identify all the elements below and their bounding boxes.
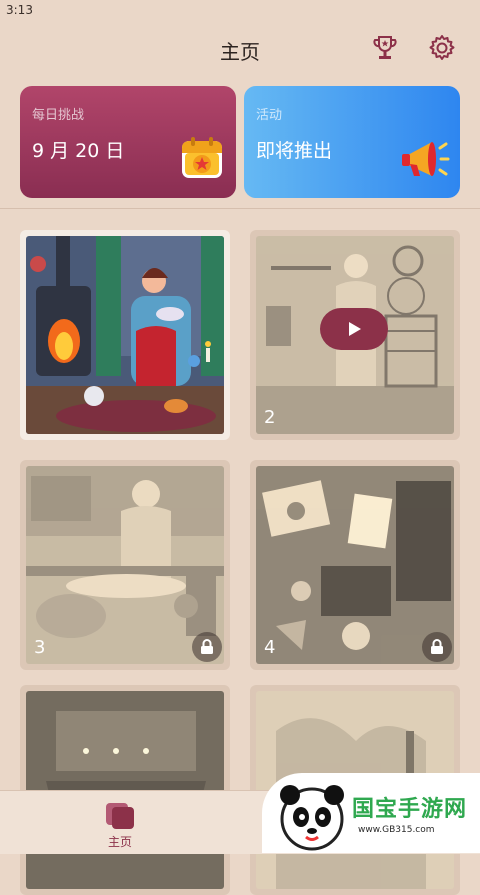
event-status: 即将推出 <box>256 140 333 162</box>
level-number: 3 <box>34 637 46 658</box>
level-tile-4[interactable]: 4 <box>250 460 460 670</box>
divider <box>0 208 480 209</box>
header: 主页 <box>0 20 480 76</box>
nav-home[interactable]: 主页 <box>92 799 148 849</box>
event-card[interactable]: 活动 即将推出 <box>244 86 460 198</box>
trophy-icon <box>373 36 397 59</box>
lock-badge <box>422 632 452 662</box>
nav-home-label: 主页 <box>107 835 132 849</box>
level-number: 2 <box>264 407 276 428</box>
lock-icon <box>431 639 443 654</box>
watermark-url: www.GB315.com <box>358 825 435 835</box>
watermark-brand: 国宝手游网 <box>352 797 468 822</box>
lock-badge <box>192 632 222 662</box>
gear-icon <box>429 35 455 60</box>
play-button[interactable] <box>320 308 388 350</box>
trophy-button[interactable] <box>367 30 403 66</box>
daily-challenge-card[interactable]: 每日挑战 9 月 20 日 <box>20 86 236 198</box>
play-icon <box>349 322 361 336</box>
settings-button[interactable] <box>424 30 460 66</box>
level-artwork <box>256 466 454 664</box>
level-artwork <box>26 236 224 434</box>
status-bar: 3:13 <box>0 0 480 20</box>
megaphone-icon <box>402 142 450 176</box>
level-tile-2[interactable]: 2 <box>250 230 460 440</box>
daily-challenge-date: 9 月 20 日 <box>32 140 125 162</box>
level-artwork <box>26 466 224 664</box>
panda-logo <box>280 785 344 851</box>
level-number: 4 <box>264 637 276 658</box>
gallery-icon <box>106 803 134 829</box>
watermark: 国宝手游网 www.GB315.com <box>262 773 480 853</box>
daily-challenge-label: 每日挑战 <box>32 108 85 123</box>
page-title: 主页 <box>220 40 260 64</box>
featured-cards: 每日挑战 9 月 20 日 活动 即将推出 <box>20 86 460 198</box>
event-label: 活动 <box>256 108 283 123</box>
calendar-icon <box>182 137 222 178</box>
status-time: 3:13 <box>6 3 33 17</box>
lock-icon <box>201 639 213 654</box>
level-tile-1[interactable] <box>20 230 230 440</box>
level-tile-3[interactable]: 3 <box>20 460 230 670</box>
